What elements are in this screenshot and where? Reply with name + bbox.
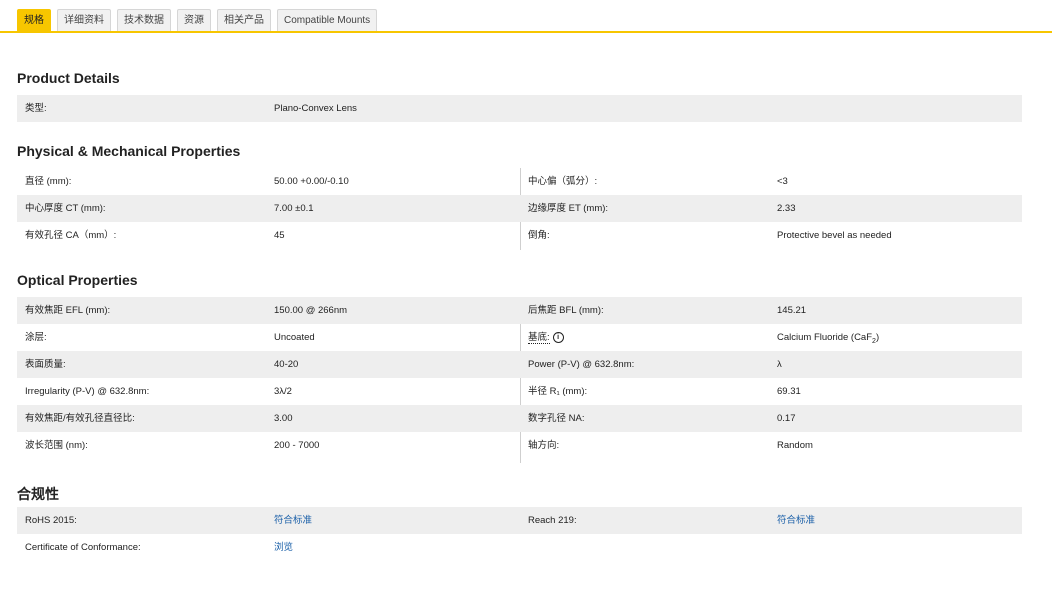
section-title-product-details: Product Details: [17, 70, 120, 86]
spec-value: 69.31: [777, 386, 801, 397]
spec-value: 145.21: [777, 305, 807, 316]
spec-label: Reach 219:: [528, 515, 577, 526]
spec-label[interactable]: 基底:: [528, 332, 550, 344]
product-details-table: 类型: Plano-Convex Lens: [17, 95, 1022, 122]
optical-properties-table: 有效焦距 EFL (mm): 150.00 @ 266nm 后焦距 BFL (m…: [17, 297, 1022, 463]
spec-value: Calcium Fluoride (CaF2): [777, 324, 879, 351]
spec-label: Irregularity (P-V) @ 632.8nm:: [25, 386, 150, 397]
spec-value: 0.17: [777, 413, 796, 424]
section-title-compliance: 合规性: [17, 486, 59, 502]
substrate-label-group: 基底: i: [528, 324, 564, 351]
table-row: 表面质量: 40-20 Power (P-V) @ 632.8nm: λ: [17, 351, 1022, 378]
tab-resources[interactable]: 资源: [177, 9, 211, 31]
spec-value: λ: [777, 359, 782, 370]
info-icon[interactable]: i: [552, 331, 564, 343]
table-row: 有效焦距/有效孔径直径比: 3.00 数字孔径 NA: 0.17: [17, 405, 1022, 432]
table-row: 波长范围 (nm): 200 - 7000 轴方向: Random: [17, 432, 1022, 459]
reach-compliant-link[interactable]: 符合标准: [777, 507, 815, 534]
section-title-optical: Optical Properties: [17, 272, 138, 288]
table-row: 类型: Plano-Convex Lens: [17, 95, 1022, 122]
spec-label: 数字孔径 NA:: [528, 413, 585, 424]
spec-label: 有效孔径 CA（mm）:: [25, 230, 117, 241]
spec-value: 150.00 @ 266nm: [274, 305, 348, 316]
spec-value: 45: [274, 230, 285, 241]
spec-value: 2.33: [777, 203, 796, 214]
spec-label: 波长范围 (nm):: [25, 440, 88, 451]
spec-label: 有效焦距/有效孔径直径比:: [25, 413, 135, 424]
substrate-value-end: ): [875, 332, 880, 343]
table-row: Certificate of Conformance: 浏览: [17, 534, 1022, 561]
spec-value: Plano-Convex Lens: [274, 103, 357, 114]
spec-label: 中心偏（弧分）:: [528, 176, 598, 187]
spec-label: 类型:: [25, 103, 47, 114]
table-row: 直径 (mm): 50.00 +0.00/-0.10 中心偏（弧分）: <3: [17, 168, 1022, 195]
table-row: RoHS 2015: 符合标准 Reach 219: 符合标准: [17, 507, 1022, 534]
tab-specifications[interactable]: 规格: [17, 9, 51, 31]
tab-bar: 规格 详细资料 技术数据 资源 相关产品 Compatible Mounts: [17, 9, 378, 31]
spec-value: 7.00 ±0.1: [274, 203, 314, 214]
spec-value: Random: [777, 440, 813, 451]
tab-related-products[interactable]: 相关产品: [217, 9, 271, 31]
spec-label: 表面质量:: [25, 359, 66, 370]
section-title-physical: Physical & Mechanical Properties: [17, 143, 241, 159]
tab-technical-data[interactable]: 技术数据: [117, 9, 171, 31]
spec-value: 3λ/2: [274, 386, 292, 397]
rohs-compliant-link[interactable]: 符合标准: [274, 507, 312, 534]
spec-label: 后焦距 BFL (mm):: [528, 305, 604, 316]
certificate-view-link[interactable]: 浏览: [274, 534, 293, 561]
spec-label: 半径 R₁ (mm):: [528, 386, 588, 397]
physical-properties-table: 直径 (mm): 50.00 +0.00/-0.10 中心偏（弧分）: <3 中…: [17, 168, 1022, 250]
spec-value: 3.00: [274, 413, 293, 424]
tab-compatible-mounts[interactable]: Compatible Mounts: [277, 9, 378, 31]
spec-label: 轴方向:: [528, 440, 560, 451]
substrate-value: Calcium Fluoride (CaF: [777, 332, 873, 343]
table-row: 有效焦距 EFL (mm): 150.00 @ 266nm 后焦距 BFL (m…: [17, 297, 1022, 324]
table-row: 涂层: Uncoated 基底: i Calcium Fluoride (CaF2…: [17, 324, 1022, 351]
table-row: 有效孔径 CA（mm）: 45 倒角: Protective bevel as …: [17, 222, 1022, 249]
spec-label: 倒角:: [528, 230, 550, 241]
tab-details[interactable]: 详细资料: [57, 9, 111, 31]
spec-label: 边缘厚度 ET (mm):: [528, 203, 609, 214]
spec-label: 涂层:: [25, 332, 47, 343]
table-row: 中心厚度 CT (mm): 7.00 ±0.1 边缘厚度 ET (mm): 2.…: [17, 195, 1022, 222]
spec-value: 200 - 7000: [274, 440, 320, 451]
spec-value: 40-20: [274, 359, 299, 370]
tab-underline: [0, 31, 1052, 33]
spec-label: 有效焦距 EFL (mm):: [25, 305, 111, 316]
spec-label: Certificate of Conformance:: [25, 542, 141, 553]
spec-label: RoHS 2015:: [25, 515, 77, 526]
spec-label: Power (P-V) @ 632.8nm:: [528, 359, 635, 370]
spec-value: <3: [777, 176, 788, 187]
spec-label: 中心厚度 CT (mm):: [25, 203, 106, 214]
spec-value: Protective bevel as needed: [777, 230, 892, 241]
spec-value: 50.00 +0.00/-0.10: [274, 176, 349, 187]
table-row: Irregularity (P-V) @ 632.8nm: 3λ/2 半径 R₁…: [17, 378, 1022, 405]
compliance-table: RoHS 2015: 符合标准 Reach 219: 符合标准 Certific…: [17, 507, 1022, 561]
spec-label: 直径 (mm):: [25, 176, 72, 187]
spec-value: Uncoated: [274, 332, 315, 343]
